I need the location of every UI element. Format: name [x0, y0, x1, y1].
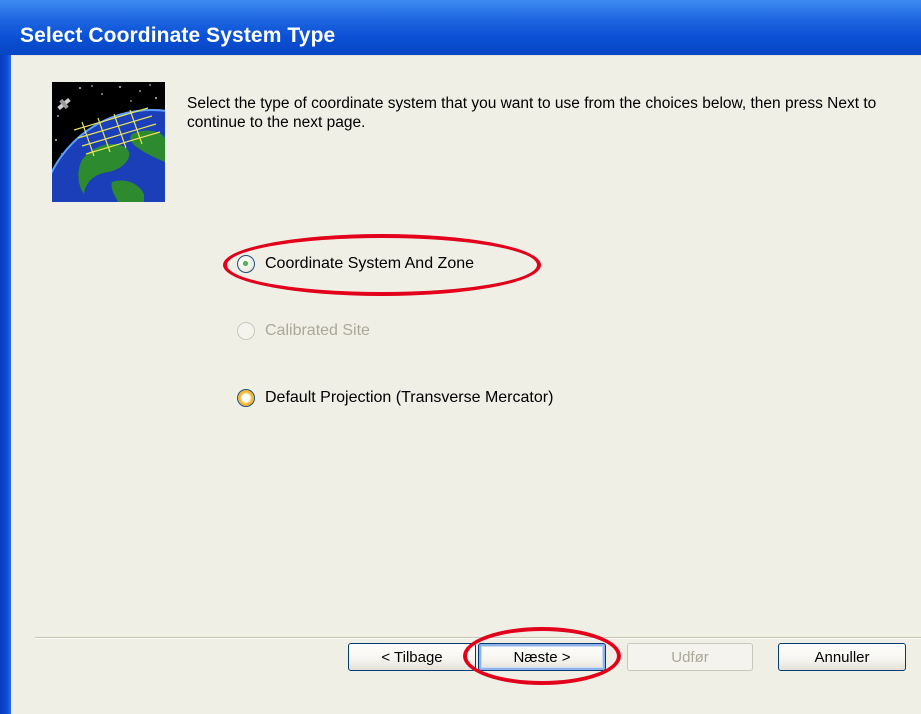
- radio-button-disabled: [237, 322, 255, 340]
- instruction-text: Select the type of coordinate system tha…: [187, 95, 877, 131]
- option-calibrated-site: Calibrated Site: [237, 318, 370, 344]
- cancel-button[interactable]: Annuller: [778, 643, 906, 671]
- option-default-projection[interactable]: Default Projection (Transverse Mercator): [237, 385, 553, 411]
- annotation-circle-next: [463, 627, 621, 685]
- finish-button: Udfør: [627, 643, 753, 671]
- radio-button[interactable]: [237, 389, 255, 407]
- option-label: Calibrated Site: [265, 322, 370, 339]
- dialog-title: Select Coordinate System Type: [20, 24, 336, 47]
- annotation-circle-option: [223, 234, 541, 296]
- title-bar: Select Coordinate System Type: [0, 0, 921, 55]
- globe-satellite-icon: [52, 82, 165, 202]
- window-left-border: [0, 55, 11, 714]
- title-separator: [11, 55, 921, 56]
- back-button[interactable]: < Tilbage: [348, 643, 476, 671]
- option-label: Default Projection (Transverse Mercator): [265, 389, 554, 406]
